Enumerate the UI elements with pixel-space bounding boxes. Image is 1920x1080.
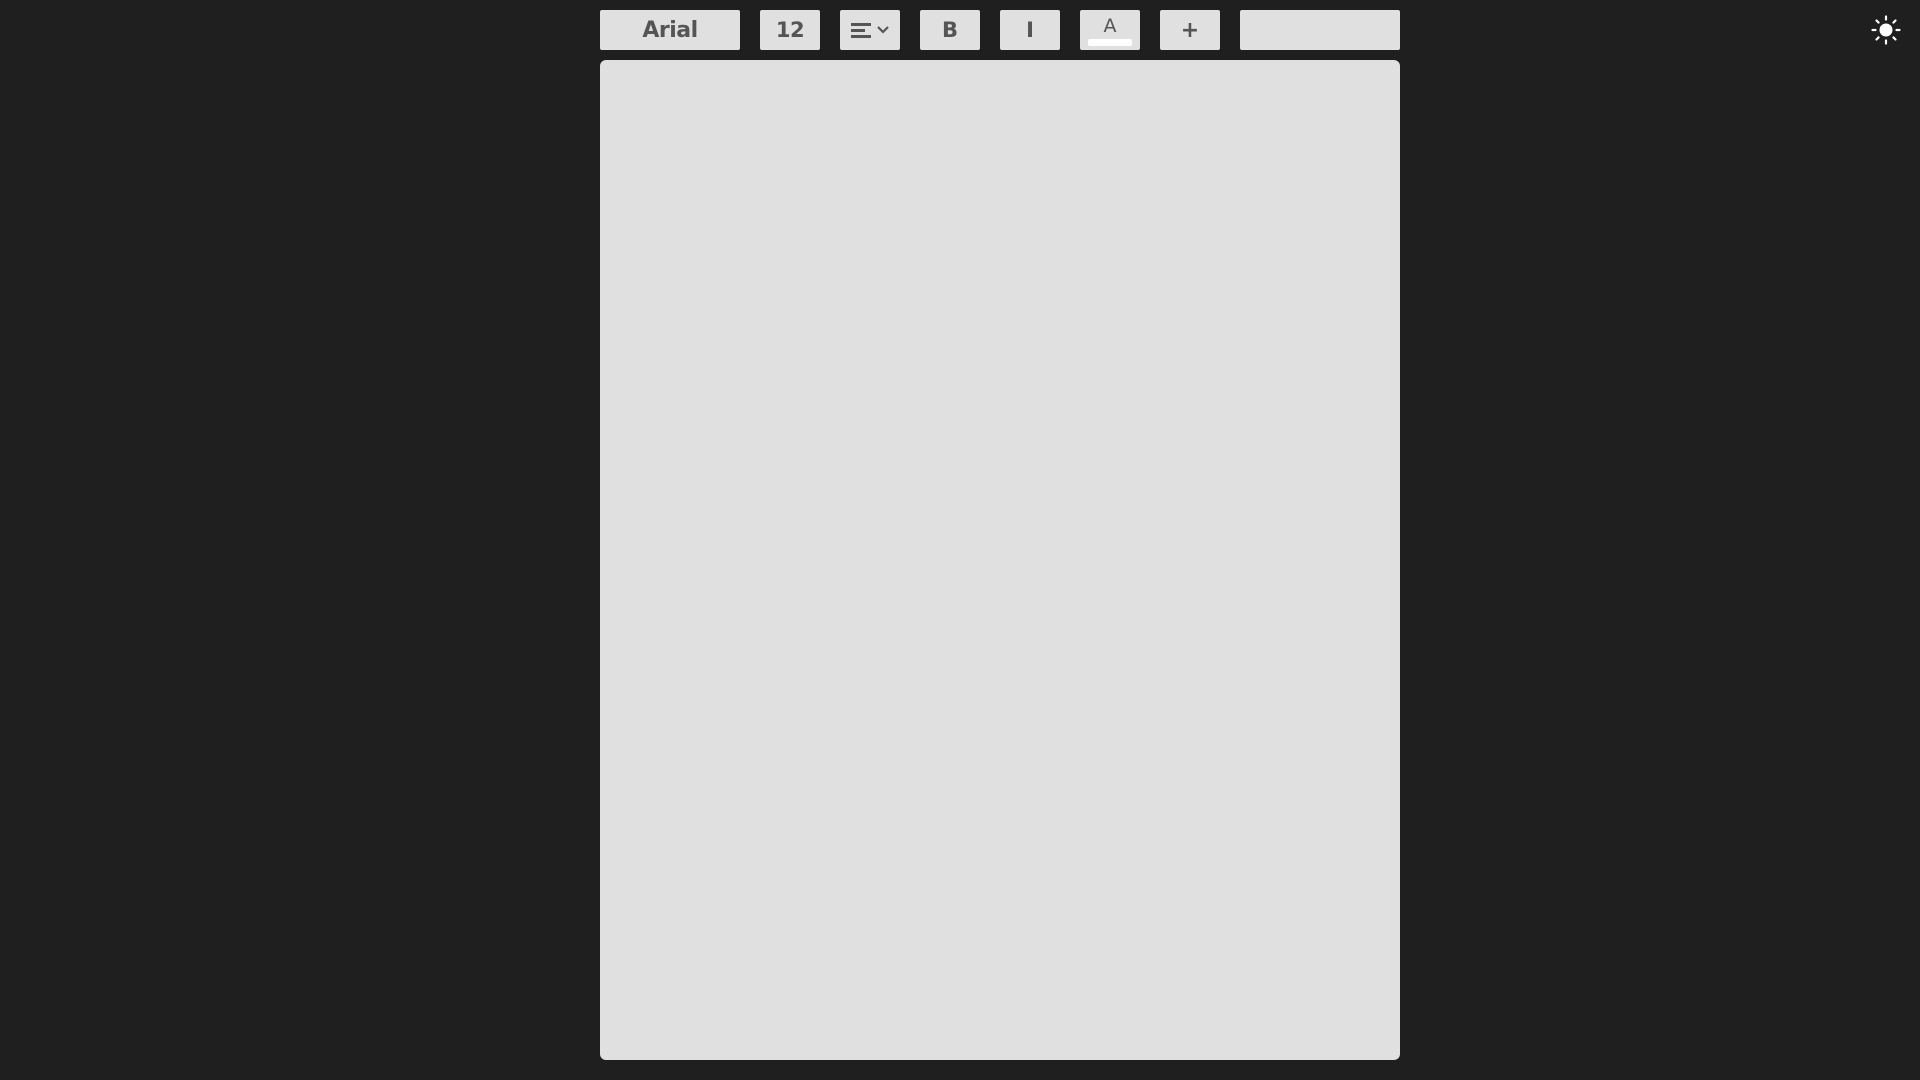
document-page[interactable] [600,60,1400,1060]
text-color-button[interactable]: A [1080,10,1140,50]
toolbar-text-field[interactable] [1240,10,1400,50]
font-family-select[interactable]: Arial [600,10,740,50]
align-left-icon [851,22,873,38]
formatting-toolbar: Arial 12 B I A + [600,10,1400,50]
italic-button[interactable]: I [1000,10,1060,50]
bold-button[interactable]: B [920,10,980,50]
app-window: Arial 12 B I A + [0,0,1920,1080]
font-size-input[interactable]: 12 [760,10,820,50]
sun-icon [1871,15,1901,45]
add-button[interactable]: + [1160,10,1220,50]
text-color-swatch [1088,38,1132,46]
text-color-letter: A [1103,14,1117,37]
chevron-down-icon [877,25,889,35]
theme-toggle-button[interactable] [1868,12,1904,48]
text-align-dropdown[interactable] [840,10,900,50]
